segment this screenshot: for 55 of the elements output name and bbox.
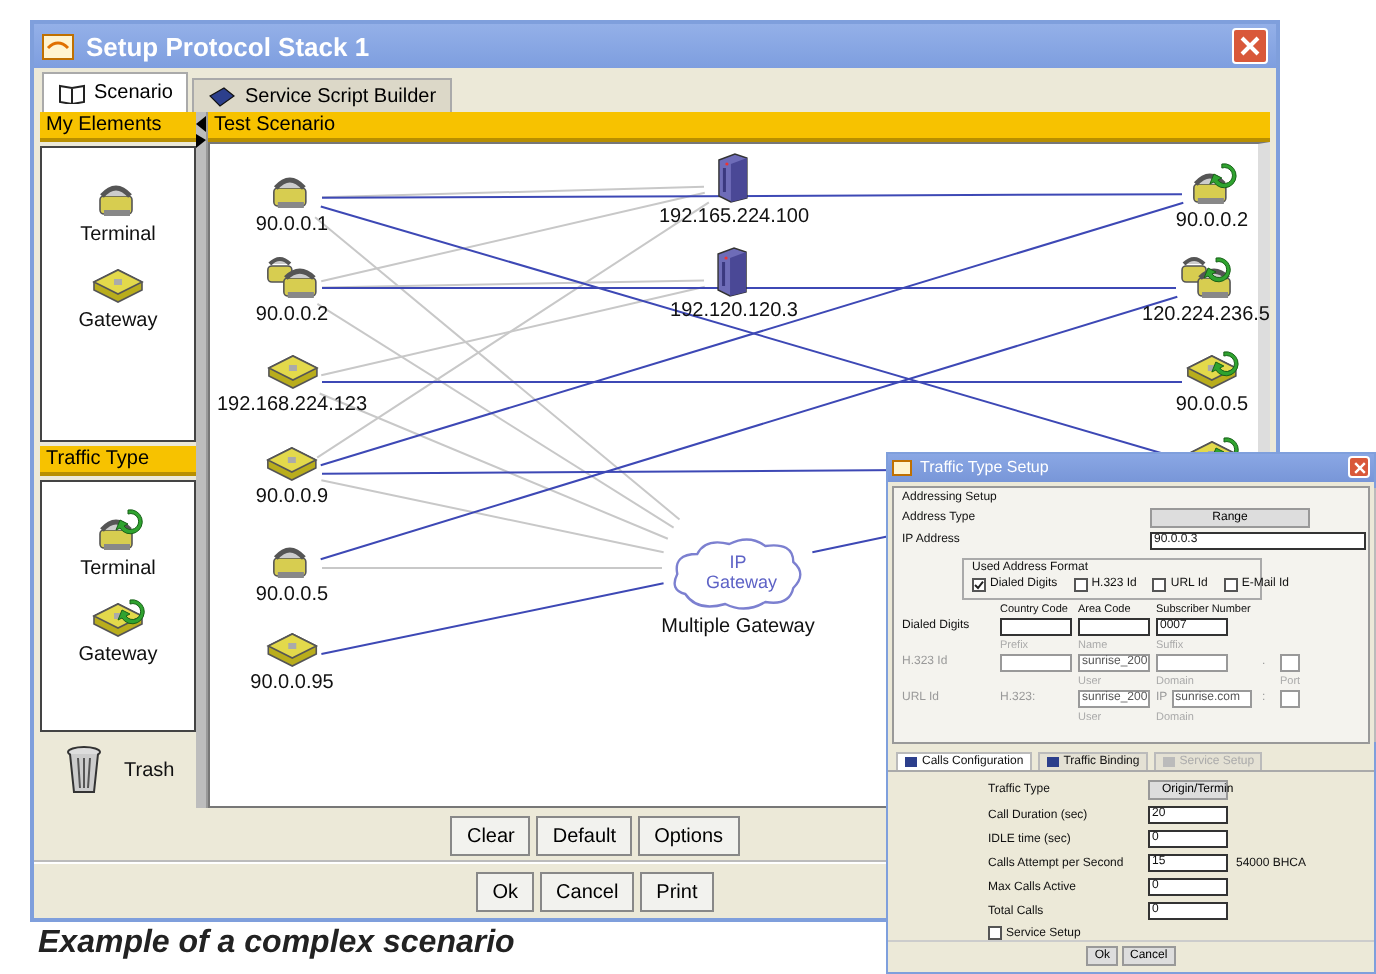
element-label[interactable]: Terminal [80,224,156,246]
scenario-button[interactable]: Default [536,816,633,856]
address-field[interactable] [1000,617,1072,636]
tab-icon [904,756,918,768]
checkbox[interactable] [1073,577,1088,592]
phones-icon [266,254,318,302]
node-label: 192.165.224.100 [658,206,810,228]
node-label: 192.168.224.123 [216,394,368,416]
panel-header: Traffic Type [40,446,196,476]
checkbox[interactable] [1223,577,1238,592]
node-label: 90.0.0.5 [255,584,329,606]
splitter-arrows-icon[interactable] [196,116,206,148]
gateway-sync-icon [1184,348,1240,392]
close-icon [1240,36,1260,56]
node-label: 120.224.236.5 [1142,304,1270,326]
trash-label: Trash [124,759,175,781]
tab-icon [1161,756,1176,768]
gateway-sync-icon [90,596,146,640]
tab-icon [1045,756,1060,768]
dialog-button[interactable]: Print [640,872,714,912]
window-title: Setup Protocol Stack 1 [86,31,372,61]
traffic-type-label[interactable]: Terminal [80,558,156,580]
close-button[interactable] [1348,456,1370,479]
address-field[interactable] [1156,653,1228,672]
scenario-button[interactable]: Options [638,816,740,856]
dialog-button[interactable]: Cancel [540,872,635,912]
dialog-title: Traffic Type Setup [920,458,1051,477]
node-label: 90.0.0.5 [1175,394,1249,416]
tab[interactable]: Service Script Builder [192,78,453,112]
window-icon [892,459,912,476]
checkbox[interactable] [972,577,986,592]
trash-icon[interactable] [64,744,104,796]
node-label: 90.0.0.2 [1175,210,1249,232]
window-icon [42,33,74,59]
phone-sync-icon [1180,254,1232,302]
node-label: 90.0.0.2 [255,304,329,326]
canvas-header: Test Scenario [208,112,1270,142]
node-label: 90.0.0.9 [255,486,329,508]
close-icon [1353,461,1365,474]
node-label: 90.0.0.1 [255,214,329,236]
scenario-button[interactable]: Clear [450,816,531,856]
traffic-type-label[interactable]: Gateway [78,644,158,666]
tab[interactable]: Scenario [42,72,189,112]
checkmark-icon [974,579,984,590]
address-field[interactable] [1078,617,1150,636]
address-field[interactable] [1000,653,1072,672]
close-button[interactable] [1232,28,1268,64]
checkbox[interactable] [988,926,1002,940]
node-label: Multiple Gateway [661,616,815,638]
element-label[interactable]: Gateway [78,310,158,332]
caption: Example of a complex scenario [38,924,515,962]
checkbox[interactable] [1152,577,1167,592]
dialog-button[interactable]: Ok [476,872,535,912]
panel-header: My Elements [40,112,196,142]
node-label: 90.0.0.95 [250,672,334,694]
